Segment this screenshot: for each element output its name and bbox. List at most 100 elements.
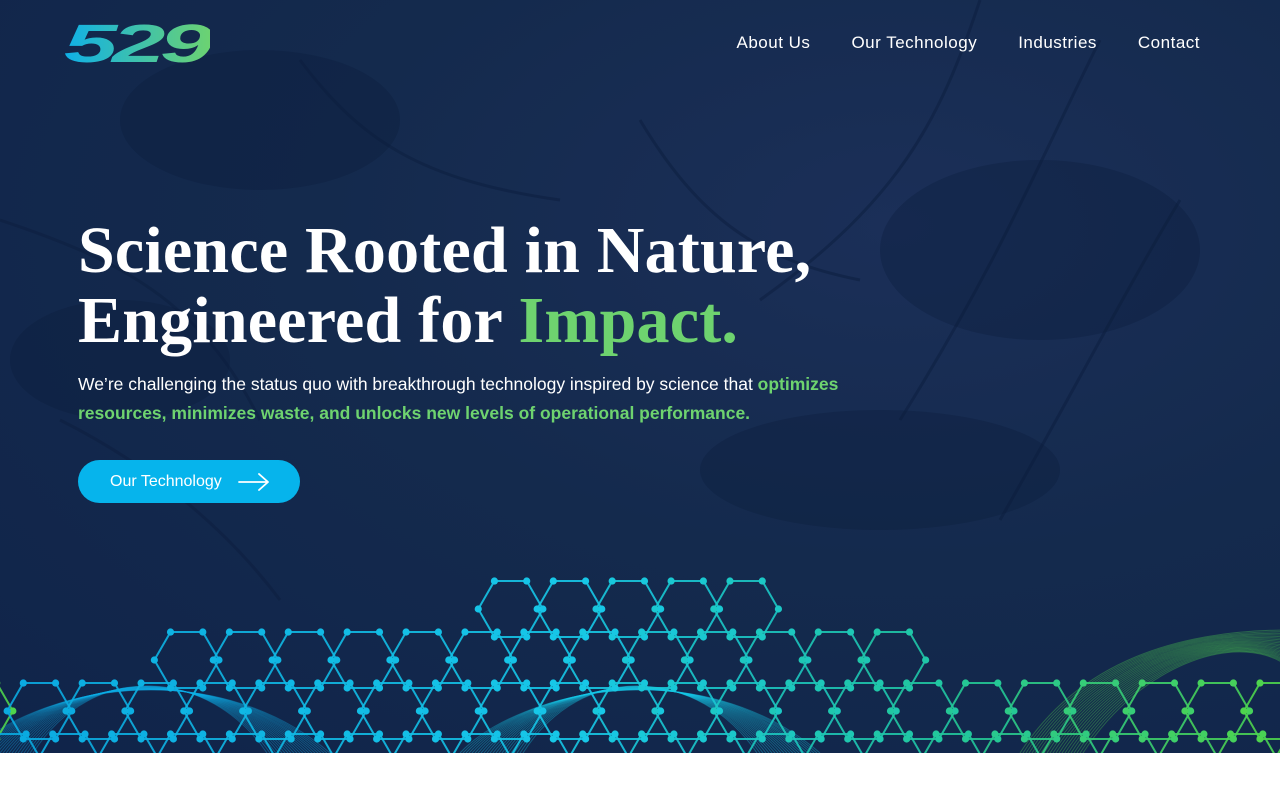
molecule-node [945, 707, 953, 715]
hexagon-cell [865, 733, 922, 753]
molecule-node [774, 605, 783, 613]
molecule-node [1112, 679, 1120, 687]
molecule-node [758, 577, 766, 585]
hexagon-cell [923, 733, 981, 753]
molecule-node [611, 730, 619, 738]
molecule-node [847, 730, 855, 738]
molecule-node [504, 656, 512, 664]
molecule-node [431, 679, 440, 687]
molecule-node [873, 730, 881, 738]
molecule-node [464, 679, 472, 687]
hero-subtext: We’re challenging the status quo with br… [78, 370, 878, 428]
hexagon-cell [624, 631, 692, 689]
hexagon-cell [447, 631, 515, 689]
molecule-node [680, 656, 688, 664]
molecule-node [788, 730, 796, 738]
molecule-node [199, 730, 207, 738]
molecule-node [670, 730, 678, 738]
molecule-node [196, 679, 204, 687]
molecule-node [258, 730, 266, 738]
nav-our-technology[interactable]: Our Technology [851, 33, 977, 53]
hexagon-cell [806, 733, 863, 753]
molecule-node [62, 707, 70, 715]
molecule-node [785, 679, 793, 687]
molecule-node [1229, 679, 1237, 687]
hexagon-cell [153, 631, 221, 689]
molecule-node [490, 679, 499, 687]
hexagon-cell [889, 682, 957, 740]
molecule-node [608, 577, 616, 585]
molecule-node [1200, 730, 1208, 738]
molecule-node [798, 656, 806, 664]
molecule-node [314, 679, 322, 687]
nav-contact[interactable]: Contact [1138, 33, 1200, 53]
molecule-node [402, 628, 410, 636]
hexagon-cell [712, 580, 780, 638]
molecule-node [356, 707, 365, 715]
headline-line-1: Science Rooted in Nature, [78, 214, 812, 287]
molecule-node [327, 656, 335, 664]
molecule-node [670, 628, 678, 636]
molecule-node [169, 679, 177, 687]
molecule-node [922, 656, 930, 664]
molecule-node [651, 605, 659, 613]
molecule-node [726, 577, 734, 585]
hexagon-cell [570, 733, 628, 753]
cta-label: Our Technology [110, 472, 222, 490]
molecule-node [817, 679, 825, 687]
molecule-node [1079, 679, 1087, 687]
molecule-node [343, 730, 351, 738]
molecule-node [523, 679, 531, 687]
molecule-node [180, 707, 188, 715]
molecule-node [886, 707, 895, 715]
wave-line [513, 686, 767, 753]
main-navigation: About Us Our Technology Industries Conta… [737, 33, 1201, 53]
molecule-node [415, 707, 423, 715]
molecule-node [137, 679, 145, 687]
company-logo[interactable]: 529 [64, 18, 210, 66]
molecule-node [461, 628, 469, 636]
headline-accent-word: Impact. [518, 284, 739, 357]
molecule-node [1197, 679, 1205, 687]
molecule-node [814, 730, 822, 738]
molecule-node [49, 730, 57, 738]
molecule-node [3, 707, 11, 715]
headline-line-2-prefix: Engineered for [78, 284, 519, 357]
hexagon-cell [158, 733, 215, 753]
molecule-node [638, 730, 646, 738]
nav-about-us[interactable]: About Us [737, 33, 811, 53]
molecule-node [316, 730, 325, 738]
molecule-node [579, 730, 587, 738]
hexagon-cell [535, 580, 603, 638]
molecule-node [696, 730, 705, 738]
hexagon-cell [1183, 682, 1251, 740]
molecule-node [1168, 730, 1176, 738]
molecule-node [108, 730, 116, 738]
molecule-node [549, 577, 557, 585]
molecule-node [166, 628, 175, 636]
hexagon-cell [359, 682, 427, 740]
molecule-node [434, 628, 442, 636]
molecule-node [386, 656, 394, 664]
molecule-node [461, 730, 469, 738]
molecule-node [1082, 730, 1090, 738]
molecule-node [1053, 679, 1061, 687]
molecule-node [19, 679, 27, 687]
subtext-plain: We’re challenging the status quo with br… [78, 374, 758, 394]
molecule-node [667, 679, 675, 687]
molecule-node [699, 577, 707, 585]
wave-line [495, 687, 785, 753]
molecule-node [814, 628, 822, 636]
molecule-node [552, 730, 560, 738]
hexagon-cell [99, 733, 157, 753]
nav-industries[interactable]: Industries [1018, 33, 1097, 53]
molecule-node [552, 628, 560, 636]
hexagon-cell [683, 631, 751, 689]
molecule-node [549, 679, 557, 687]
molecule-node [788, 628, 796, 636]
molecule-node [667, 577, 675, 585]
molecule-node [166, 730, 175, 738]
hexagon-cell [629, 733, 687, 753]
molecule-node [258, 628, 266, 636]
our-technology-button[interactable]: Our Technology [78, 460, 300, 503]
